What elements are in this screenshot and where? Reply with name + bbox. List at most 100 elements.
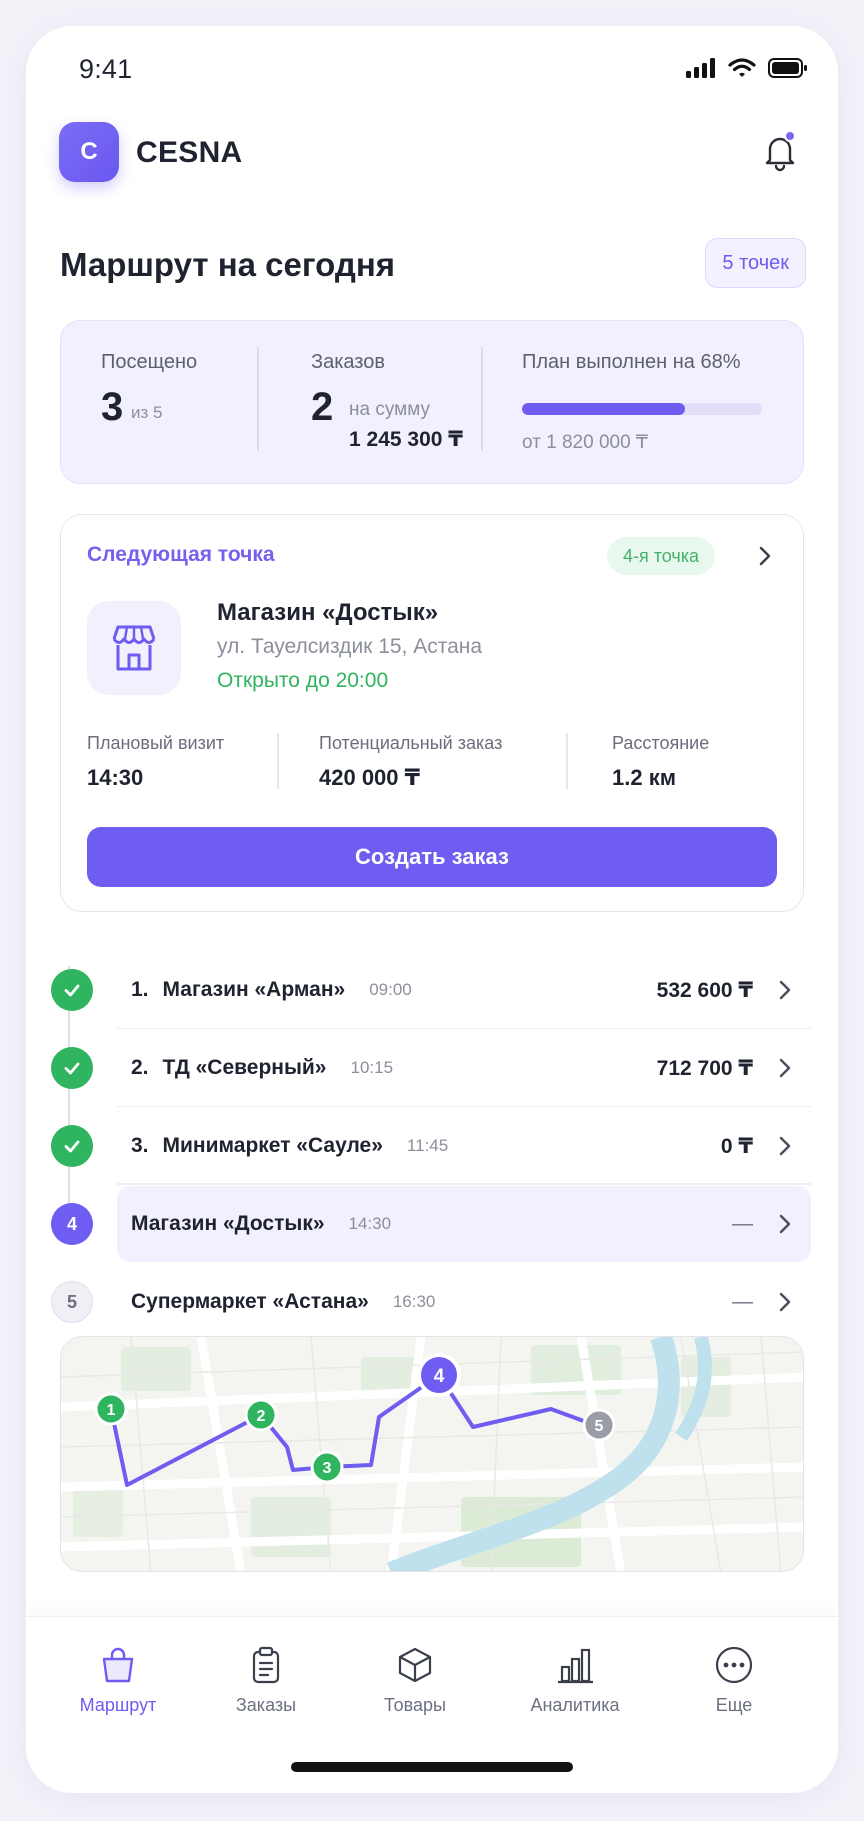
visited-value: 3 [101, 385, 124, 429]
tab-analytics-label: Аналитика [530, 1695, 620, 1715]
store-address: ул. Тауелсиздик 15, Астана [217, 635, 483, 658]
route-item-time: 10:15 [350, 1058, 394, 1077]
signal-icon [686, 58, 715, 78]
map-marker-4[interactable]: 4 [417, 1353, 461, 1397]
route-item-chevron[interactable] [777, 1057, 793, 1084]
stats-card: Посещено 3 из 5 Заказов 2 на сумму 1 245… [60, 320, 804, 484]
potential-order-label: Потенциальный заказ [319, 733, 503, 753]
notification-badge [784, 130, 796, 142]
route-step-marker [51, 969, 93, 1011]
plan-label: План выполнен на 68% [522, 351, 741, 373]
store-open-hours: Открыто до 20:00 [217, 669, 389, 692]
route-item-chevron[interactable] [777, 1135, 793, 1162]
distance-label: Расстояние [612, 733, 710, 753]
route-list-item[interactable]: 3. Минимаркет «Сауле» 11:45 0 ₸ [117, 1111, 811, 1181]
route-item-name: ТД «Северный» [162, 1056, 327, 1079]
app-screen: 9:41 C CESNA Маршрут на сегодня 5 точек [26, 26, 838, 1793]
route-item-time: 16:30 [392, 1292, 436, 1311]
route-map[interactable]: 1 2 3 4 5 [60, 1336, 804, 1572]
plan-progress-fill [522, 403, 686, 415]
route-list-item[interactable]: Супермаркет «Астана» 16:30 — [117, 1267, 811, 1337]
route-item-time: 11:45 [406, 1136, 449, 1155]
svg-text:3: 3 [323, 1460, 332, 1477]
create-order-button[interactable]: Создать заказ [87, 827, 777, 887]
bell-icon [765, 137, 795, 172]
svg-text:2: 2 [257, 1408, 266, 1425]
route-item-name: Супермаркет «Астана» [131, 1290, 369, 1313]
wifi-icon [728, 58, 756, 77]
route-item-chevron[interactable] [777, 1213, 793, 1240]
more-icon [715, 1646, 753, 1684]
points-count-chip[interactable]: 5 точек [705, 238, 806, 288]
route-step-number: 5 [66, 1291, 77, 1312]
visited-of: из 5 [131, 403, 163, 422]
svg-text:1: 1 [107, 1402, 116, 1419]
clipboard-icon [252, 1646, 280, 1684]
visited-label: Посещено [101, 351, 198, 373]
chevron-right-icon[interactable] [757, 545, 773, 567]
map-marker-3[interactable]: 3 [310, 1450, 344, 1484]
potential-order-value: 420 000 ₸ [319, 765, 420, 790]
status-icons [686, 58, 808, 78]
route-list-item[interactable]: Магазин «Достык» 14:30 — [117, 1186, 811, 1262]
check-icon [64, 1062, 80, 1075]
check-icon [64, 1140, 80, 1153]
home-indicator[interactable] [291, 1762, 573, 1772]
chevron-right-icon [779, 1136, 791, 1156]
brand-name: CESNA [136, 136, 243, 169]
chevron-right-icon [779, 1292, 791, 1312]
next-point-card: Следующая точка 4-я точка Магазин «Досты… [60, 514, 804, 912]
route-step-number: 4 [66, 1213, 77, 1234]
route-item-amount: 712 700 ₸ [656, 1056, 753, 1080]
orders-value: 2 [311, 385, 334, 429]
route-item-amount: 532 600 ₸ [656, 978, 753, 1002]
map-marker-2[interactable]: 2 [244, 1398, 278, 1432]
row-divider [117, 1183, 811, 1185]
svg-text:5: 5 [595, 1418, 604, 1435]
route-list-item[interactable]: 2. ТД «Северный» 10:15 712 700 ₸ [117, 1033, 811, 1107]
route-item-name: Минимаркет «Сауле» [162, 1134, 383, 1157]
status-time: 9:41 [79, 54, 133, 84]
stats-divider [481, 347, 483, 451]
route-item-time: 14:30 [348, 1214, 392, 1233]
orders-label: Заказов [311, 351, 385, 373]
app-logo[interactable]: C [59, 122, 119, 182]
shopping-bag-icon [102, 1647, 134, 1683]
storefront-icon [112, 625, 156, 671]
stats-divider [257, 347, 259, 451]
map-canvas: 1 2 3 4 5 [61, 1337, 803, 1571]
distance-value: 1.2 км [612, 765, 676, 790]
tab-route[interactable]: Маршрут [53, 1645, 183, 1716]
route-step-marker: 4 [51, 1203, 93, 1245]
tab-products-label: Товары [384, 1695, 446, 1715]
orders-sum: 1 245 300 ₸ [349, 428, 463, 451]
point-number-chip: 4-я точка [607, 537, 716, 575]
tab-orders[interactable]: Заказы [201, 1645, 331, 1716]
orders-sum-label: на сумму [349, 399, 430, 420]
tab-orders-label: Заказы [235, 1695, 297, 1715]
route-step-marker [51, 1047, 93, 1089]
box-icon [398, 1647, 432, 1683]
tab-analytics[interactable]: Аналитика [510, 1645, 640, 1716]
route-item-chevron[interactable] [777, 979, 793, 1006]
route-step-marker: 5 [51, 1281, 93, 1323]
bar-chart-icon [558, 1648, 593, 1684]
route-list-item[interactable]: 1. Магазин «Арман» 09:00 532 600 ₸ [117, 955, 811, 1029]
page-title: Маршрут на сегодня [60, 246, 396, 283]
svg-text:4: 4 [434, 1366, 445, 1387]
tab-more[interactable]: Еще [669, 1645, 799, 1716]
route-item-index: 1. [131, 978, 149, 1001]
notifications-button[interactable] [754, 126, 806, 178]
map-marker-5[interactable]: 5 [582, 1408, 616, 1442]
tab-products[interactable]: Товары [350, 1645, 480, 1716]
route-item-amount: 0 ₸ [720, 1134, 753, 1158]
planned-visit-label: Плановый визит [87, 733, 225, 753]
check-icon [64, 984, 80, 997]
planned-visit-value: 14:30 [87, 765, 144, 790]
chevron-right-icon [779, 980, 791, 1000]
store-tile [87, 601, 181, 695]
route-item-chevron[interactable] [777, 1291, 793, 1318]
map-marker-1[interactable]: 1 [94, 1392, 128, 1426]
route-item-name: Магазин «Арман» [162, 978, 346, 1001]
tab-route-label: Маршрут [79, 1695, 157, 1715]
